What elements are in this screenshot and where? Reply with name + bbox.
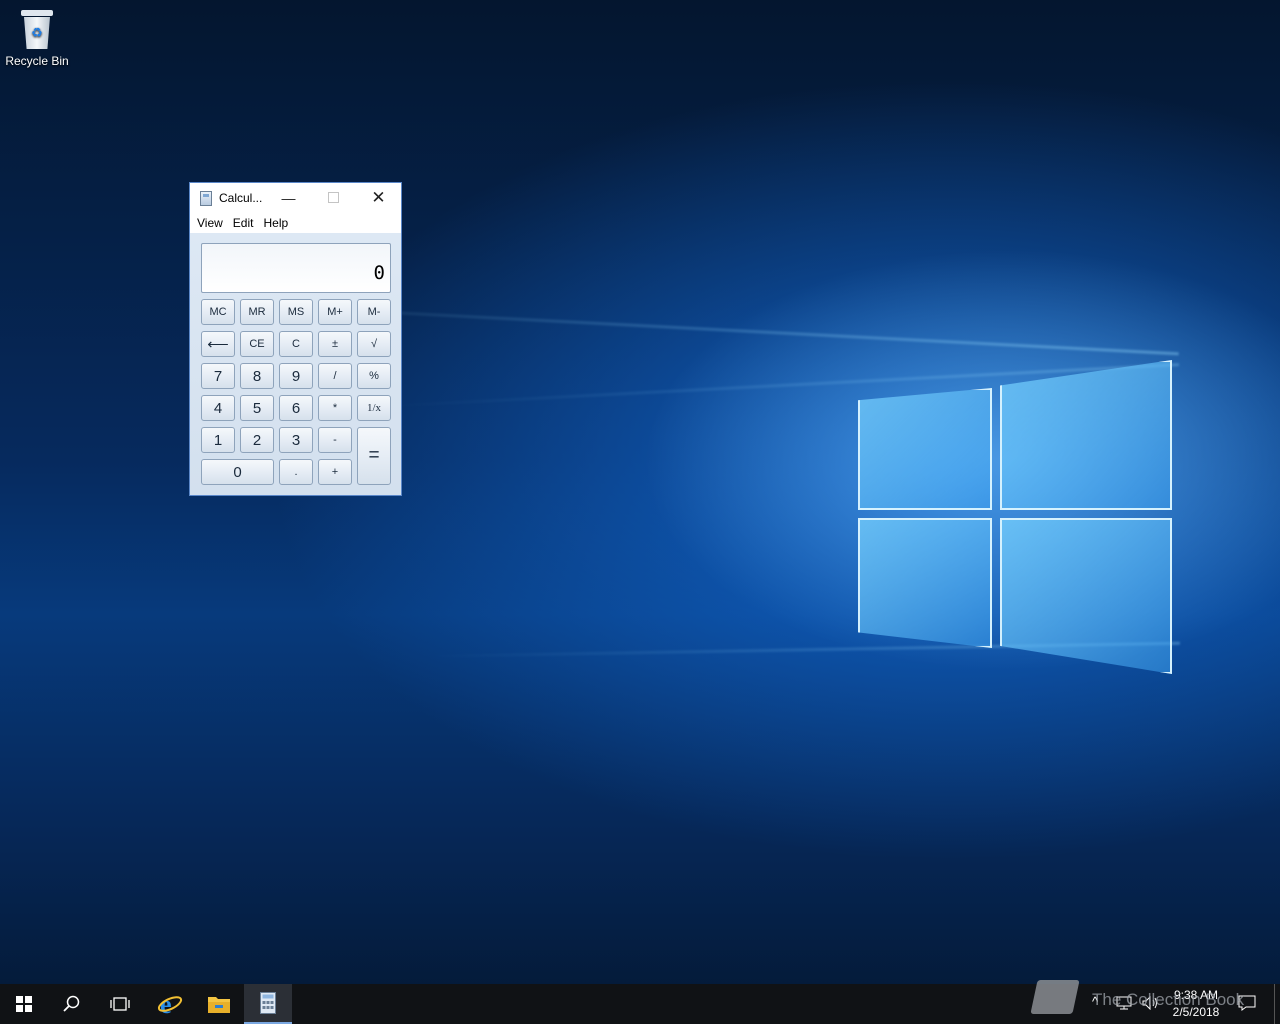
key-ce[interactable]: CE bbox=[240, 331, 274, 357]
menu-help[interactable]: Help bbox=[263, 216, 288, 230]
key-sqrt[interactable]: √ bbox=[357, 331, 391, 357]
key-multiply[interactable]: * bbox=[318, 395, 352, 421]
key-9[interactable]: 9 bbox=[279, 363, 313, 389]
internet-explorer-icon: e bbox=[157, 991, 183, 1017]
windows-logo-pane bbox=[1000, 360, 1172, 510]
key-m-minus[interactable]: M- bbox=[357, 299, 391, 325]
key-6[interactable]: 6 bbox=[279, 395, 313, 421]
key-8[interactable]: 8 bbox=[240, 363, 274, 389]
show-hidden-icons-button[interactable]: ^ bbox=[1092, 994, 1098, 1009]
key-mr[interactable]: MR bbox=[240, 299, 274, 325]
calculator-body: 0 MC MR MS M+ M- ⟵ CE C ± √ 7 8 9 / % 4 … bbox=[190, 233, 401, 495]
show-desktop-button[interactable] bbox=[1274, 984, 1275, 1024]
maximize-button bbox=[311, 183, 356, 212]
windows-logo-pane bbox=[858, 388, 992, 510]
start-button[interactable] bbox=[0, 984, 48, 1024]
network-icon[interactable] bbox=[1116, 996, 1132, 1010]
key-c[interactable]: C bbox=[279, 331, 313, 357]
calculator-window: Calcul... — ✕ View Edit Help 0 MC MR MS … bbox=[189, 182, 402, 496]
windows-logo-pane bbox=[858, 518, 992, 648]
key-plus-minus[interactable]: ± bbox=[318, 331, 352, 357]
taskbar-internet-explorer[interactable]: e bbox=[146, 984, 194, 1024]
clock-time[interactable]: 9:38 AM bbox=[1166, 988, 1226, 1002]
maximize-icon bbox=[328, 192, 339, 203]
key-add[interactable]: + bbox=[318, 459, 352, 485]
file-explorer-icon bbox=[208, 997, 230, 1013]
close-icon: ✕ bbox=[371, 187, 386, 207]
minimize-icon: — bbox=[281, 189, 296, 206]
key-0[interactable]: 0 bbox=[201, 459, 274, 485]
key-percent[interactable]: % bbox=[357, 363, 391, 389]
volume-icon[interactable] bbox=[1142, 995, 1160, 1011]
window-title: Calcul... bbox=[219, 191, 263, 205]
key-backspace[interactable]: ⟵ bbox=[201, 331, 235, 357]
title-bar[interactable]: Calcul... — ✕ bbox=[190, 183, 401, 213]
desktop-icon-recycle-bin[interactable]: ♻ Recycle Bin bbox=[4, 6, 70, 68]
search-icon bbox=[63, 995, 80, 1012]
task-view-icon bbox=[110, 997, 130, 1011]
notification-icon bbox=[1238, 995, 1256, 1011]
search-button[interactable] bbox=[48, 984, 96, 1024]
key-3[interactable]: 3 bbox=[279, 427, 313, 453]
menu-bar: View Edit Help bbox=[190, 213, 401, 233]
windows-logo-pane bbox=[1000, 518, 1172, 674]
desktop-icon-label: Recycle Bin bbox=[5, 54, 69, 68]
key-2[interactable]: 2 bbox=[240, 427, 274, 453]
recycle-bin-icon: ♻ bbox=[19, 8, 55, 50]
taskbar-file-explorer[interactable] bbox=[195, 984, 243, 1024]
key-reciprocal[interactable]: 1/x bbox=[357, 395, 391, 421]
minimize-button[interactable]: — bbox=[266, 183, 311, 212]
menu-view[interactable]: View bbox=[197, 216, 223, 230]
key-ms[interactable]: MS bbox=[279, 299, 313, 325]
key-1[interactable]: 1 bbox=[201, 427, 235, 453]
display-value: 0 bbox=[373, 262, 385, 284]
taskbar: e ^ 9:38 AM 2/5/2018 bbox=[0, 984, 1280, 1024]
key-4[interactable]: 4 bbox=[201, 395, 235, 421]
key-decimal[interactable]: . bbox=[279, 459, 313, 485]
action-center-button[interactable] bbox=[1238, 994, 1256, 1012]
taskbar-calculator[interactable] bbox=[244, 984, 292, 1024]
task-view-button[interactable] bbox=[96, 984, 144, 1024]
start-icon bbox=[16, 996, 32, 1012]
key-equals[interactable]: = bbox=[357, 427, 391, 485]
close-button[interactable]: ✕ bbox=[356, 183, 401, 212]
clock-date[interactable]: 2/5/2018 bbox=[1166, 1005, 1226, 1019]
key-m-plus[interactable]: M+ bbox=[318, 299, 352, 325]
key-divide[interactable]: / bbox=[318, 363, 352, 389]
key-mc[interactable]: MC bbox=[201, 299, 235, 325]
key-subtract[interactable]: - bbox=[318, 427, 352, 453]
key-7[interactable]: 7 bbox=[201, 363, 235, 389]
menu-edit[interactable]: Edit bbox=[233, 216, 254, 230]
key-5[interactable]: 5 bbox=[240, 395, 274, 421]
calculator-app-icon bbox=[200, 190, 212, 206]
calculator-icon bbox=[260, 992, 276, 1014]
chevron-up-icon: ^ bbox=[1092, 994, 1099, 1009]
calculator-display: 0 bbox=[201, 243, 391, 293]
